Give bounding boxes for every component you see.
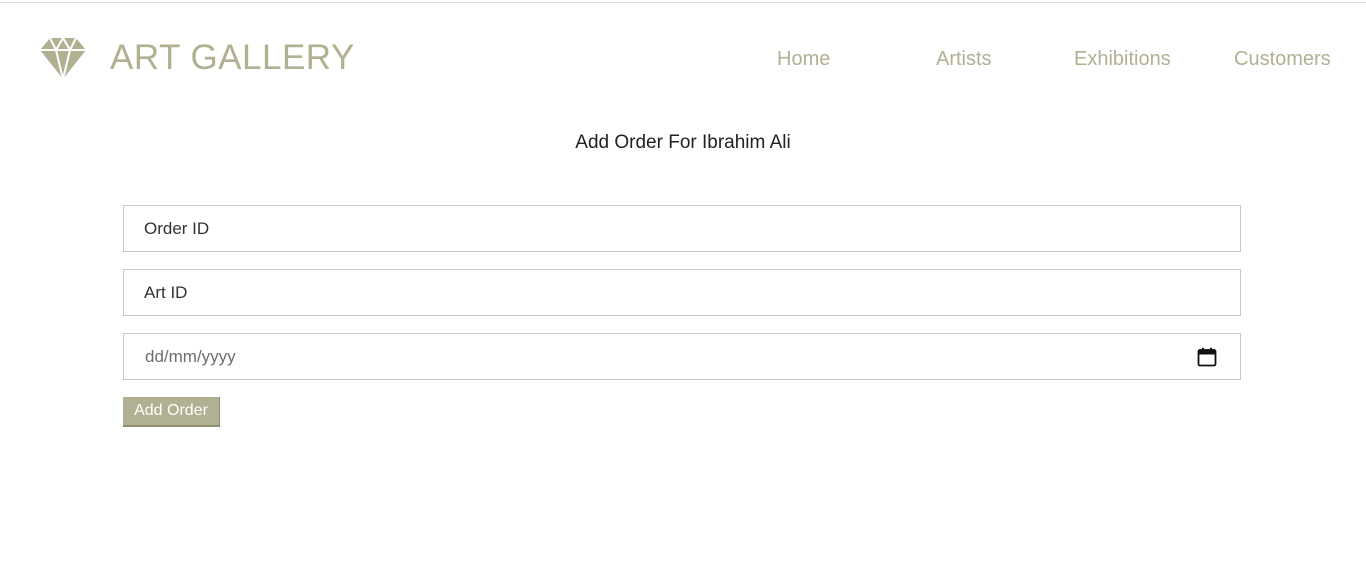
date-placeholder: dd/mm/yyyy bbox=[145, 347, 236, 366]
calendar-icon[interactable] bbox=[1197, 347, 1217, 367]
main-nav: Home Artists Exhibitions Customers bbox=[0, 47, 1366, 71]
nav-item-exhibitions[interactable]: Exhibitions bbox=[1074, 47, 1171, 71]
nav-item-artists[interactable]: Artists bbox=[936, 47, 992, 71]
order-id-input[interactable] bbox=[123, 205, 1241, 252]
nav-item-home[interactable]: Home bbox=[777, 47, 830, 71]
top-divider bbox=[0, 2, 1366, 3]
nav-item-customers[interactable]: Customers bbox=[1234, 47, 1331, 71]
page: ART GALLERY Home Artists Exhibitions Cus… bbox=[0, 0, 1366, 584]
art-id-input[interactable] bbox=[123, 269, 1241, 316]
page-title: Add Order For Ibrahim Ali bbox=[575, 132, 791, 153]
add-order-button[interactable]: Add Order bbox=[123, 397, 220, 427]
order-date-input[interactable]: dd/mm/yyyy bbox=[123, 333, 1241, 380]
